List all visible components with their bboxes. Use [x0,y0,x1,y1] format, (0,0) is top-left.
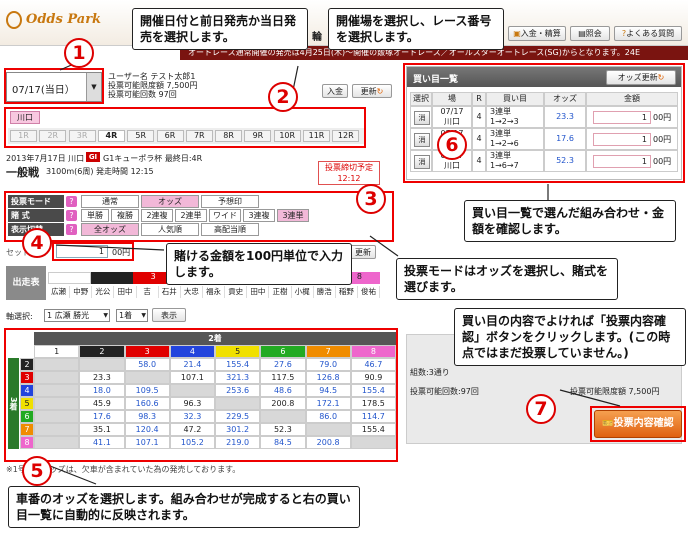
step-number-1: 1 [64,38,94,68]
step-number-4: 4 [22,228,52,258]
step-number-7: 7 [526,394,556,424]
callout-3: 投票モードはオッズを選択し、賭式を選びます。 [396,258,618,300]
callout-7: 買い目の内容でよければ「投票内容確認」ボタンをクリックします。(この時点ではまだ… [454,308,686,366]
callout-2: 開催場を選択し、レース番号を選択します。 [328,8,504,50]
step-number-5: 5 [22,456,52,486]
step-number-6: 6 [437,130,467,160]
callout-1: 開催日付と前日発売か当日発売を選択します。 [132,8,308,50]
callout-4: 賭ける金額を100円単位で入力します。 [166,243,352,285]
step-number-3: 3 [356,184,386,214]
callout-6: 買い目一覧で選んだ組み合わせ・金額を確認します。 [464,200,676,242]
step-number-2: 2 [268,82,298,112]
callout-5: 車番のオッズを選択します。組み合わせが完成すると右の買い目一覧に自動的に反映され… [8,486,360,528]
